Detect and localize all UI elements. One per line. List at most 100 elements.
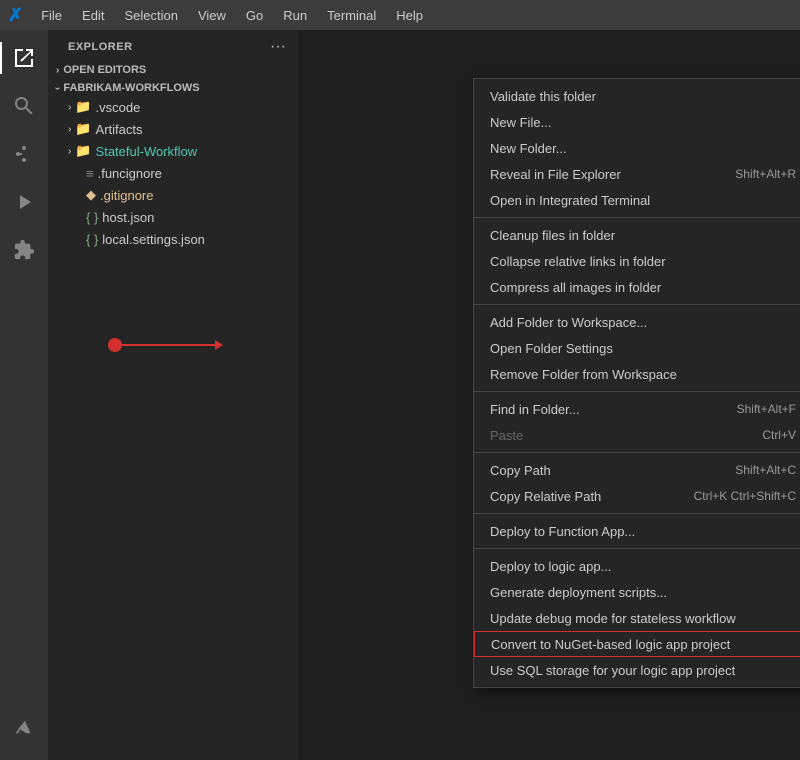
gitignore-file[interactable]: ◆ .gitignore	[48, 184, 298, 206]
source-control-activity-icon[interactable]	[0, 130, 48, 178]
local-settings-file[interactable]: { } local.settings.json	[48, 228, 298, 250]
ctx-copy-path[interactable]: Copy Path Shift+Alt+C	[474, 457, 800, 483]
editor-area: Validate this folder New File... New Fol…	[298, 30, 800, 760]
ctx-copy-relative-path[interactable]: Copy Relative Path Ctrl+K Ctrl+Shift+C	[474, 483, 800, 509]
fabrikam-label: FABRIKAM-WORKFLOWS	[63, 82, 199, 94]
context-menu: Validate this folder New File... New Fol…	[473, 78, 800, 688]
extensions-activity-icon[interactable]	[0, 226, 48, 274]
stateful-label: Stateful-Workflow	[96, 144, 198, 159]
artifacts-chevron: ›	[68, 124, 71, 135]
ctx-new-file-label: New File...	[490, 115, 551, 130]
ctx-divider-1	[474, 217, 800, 218]
explorer-activity-icon[interactable]	[0, 34, 48, 82]
menu-edit[interactable]: Edit	[74, 6, 112, 25]
ctx-divider-3	[474, 391, 800, 392]
ctx-deploy-logic-app[interactable]: Deploy to logic app...	[474, 553, 800, 579]
funcignore-label: .funcignore	[98, 166, 162, 181]
ctx-use-sql-storage-label: Use SQL storage for your logic app proje…	[490, 663, 735, 678]
local-settings-label: local.settings.json	[102, 232, 205, 247]
folder-icon: 📁	[75, 99, 91, 115]
open-editors-chevron: ›	[56, 65, 59, 76]
ctx-collapse-links-label: Collapse relative links in folder	[490, 254, 666, 269]
annotation-dot	[108, 338, 122, 352]
ctx-paste-label: Paste	[490, 428, 523, 443]
menu-run[interactable]: Run	[275, 6, 315, 25]
gitignore-icon: ◆	[86, 187, 96, 203]
ctx-divider-2	[474, 304, 800, 305]
ctx-find-folder-label: Find in Folder...	[490, 402, 580, 417]
artifacts-label: Artifacts	[96, 122, 143, 137]
ctx-cleanup[interactable]: Cleanup files in folder	[474, 222, 800, 248]
vscode-folder[interactable]: › 📁 .vscode	[48, 96, 298, 118]
fabrikam-chevron: ›	[52, 86, 63, 89]
menu-selection[interactable]: Selection	[116, 6, 185, 25]
ctx-update-debug-mode-label: Update debug mode for stateless workflow	[490, 611, 736, 626]
azure-activity-icon[interactable]	[0, 704, 48, 752]
ctx-generate-deployment-scripts-label: Generate deployment scripts...	[490, 585, 667, 600]
annotation-line	[122, 344, 222, 346]
menu-terminal[interactable]: Terminal	[319, 6, 384, 25]
ctx-paste: Paste Ctrl+V	[474, 422, 800, 448]
ctx-validate-folder[interactable]: Validate this folder	[474, 83, 800, 109]
ctx-divider-4	[474, 452, 800, 453]
ctx-find-folder-shortcut: Shift+Alt+F	[737, 402, 796, 416]
ctx-add-folder-workspace[interactable]: Add Folder to Workspace...	[474, 309, 800, 335]
menu-view[interactable]: View	[190, 6, 234, 25]
ctx-convert-nuget[interactable]: Convert to NuGet-based logic app project	[474, 631, 800, 657]
ctx-cleanup-label: Cleanup files in folder	[490, 228, 615, 243]
sidebar-title: EXPLORER	[68, 41, 133, 53]
sidebar: EXPLORER ··· › OPEN EDITORS › FABRIKAM-W…	[48, 30, 298, 760]
local-settings-icon: { }	[86, 232, 98, 247]
ctx-open-terminal-label: Open in Integrated Terminal	[490, 193, 650, 208]
ctx-reveal-explorer[interactable]: Reveal in File Explorer Shift+Alt+R	[474, 161, 800, 187]
artifacts-folder[interactable]: › 📁 Artifacts	[48, 118, 298, 140]
fabrikam-section[interactable]: › FABRIKAM-WORKFLOWS	[48, 78, 298, 96]
ctx-paste-shortcut: Ctrl+V	[762, 428, 796, 442]
ctx-reveal-explorer-shortcut: Shift+Alt+R	[735, 167, 796, 181]
open-editors-section[interactable]: › OPEN EDITORS	[48, 60, 298, 78]
ctx-open-folder-settings-label: Open Folder Settings	[490, 341, 613, 356]
ctx-new-folder-label: New Folder...	[490, 141, 567, 156]
ctx-remove-folder[interactable]: Remove Folder from Workspace	[474, 361, 800, 387]
host-json-icon: { }	[86, 210, 98, 225]
menu-help[interactable]: Help	[388, 6, 431, 25]
folder-icon: 📁	[75, 121, 91, 137]
run-activity-icon[interactable]	[0, 178, 48, 226]
ctx-generate-deployment-scripts[interactable]: Generate deployment scripts...	[474, 579, 800, 605]
ctx-find-folder[interactable]: Find in Folder... Shift+Alt+F	[474, 396, 800, 422]
ctx-open-folder-settings[interactable]: Open Folder Settings	[474, 335, 800, 361]
ctx-validate-folder-label: Validate this folder	[490, 89, 596, 104]
ctx-reveal-explorer-label: Reveal in File Explorer	[490, 167, 621, 182]
activity-bar	[0, 30, 48, 760]
search-activity-icon[interactable]	[0, 82, 48, 130]
ctx-divider-5	[474, 513, 800, 514]
ctx-update-debug-mode[interactable]: Update debug mode for stateless workflow	[474, 605, 800, 631]
funcignore-file[interactable]: ≡ .funcignore	[48, 162, 298, 184]
ctx-deploy-function[interactable]: Deploy to Function App...	[474, 518, 800, 544]
gitignore-label: .gitignore	[100, 188, 153, 203]
ctx-copy-relative-path-label: Copy Relative Path	[490, 489, 601, 504]
ctx-remove-folder-label: Remove Folder from Workspace	[490, 367, 677, 382]
ctx-open-terminal[interactable]: Open in Integrated Terminal	[474, 187, 800, 213]
menu-file[interactable]: File	[33, 6, 70, 25]
ctx-new-folder[interactable]: New Folder...	[474, 135, 800, 161]
folder-icon: 📁	[75, 143, 91, 159]
funcignore-icon: ≡	[86, 166, 94, 181]
ctx-compress-images-label: Compress all images in folder	[490, 280, 661, 295]
ctx-compress-images[interactable]: Compress all images in folder	[474, 274, 800, 300]
ctx-convert-nuget-label: Convert to NuGet-based logic app project	[491, 637, 730, 652]
ctx-copy-relative-path-shortcut: Ctrl+K Ctrl+Shift+C	[694, 489, 796, 503]
ctx-new-file[interactable]: New File...	[474, 109, 800, 135]
ctx-deploy-logic-app-label: Deploy to logic app...	[490, 559, 611, 574]
stateful-workflow-folder[interactable]: › 📁 Stateful-Workflow	[48, 140, 298, 162]
sidebar-header: EXPLORER ···	[48, 30, 298, 60]
ctx-add-folder-workspace-label: Add Folder to Workspace...	[490, 315, 647, 330]
ctx-copy-path-shortcut: Shift+Alt+C	[735, 463, 796, 477]
ctx-collapse-links[interactable]: Collapse relative links in folder	[474, 248, 800, 274]
sidebar-more-button[interactable]: ···	[270, 38, 286, 56]
ctx-use-sql-storage[interactable]: Use SQL storage for your logic app proje…	[474, 657, 800, 683]
ctx-divider-6	[474, 548, 800, 549]
menu-go[interactable]: Go	[238, 6, 271, 25]
ctx-deploy-function-label: Deploy to Function App...	[490, 524, 635, 539]
host-json-file[interactable]: { } host.json	[48, 206, 298, 228]
